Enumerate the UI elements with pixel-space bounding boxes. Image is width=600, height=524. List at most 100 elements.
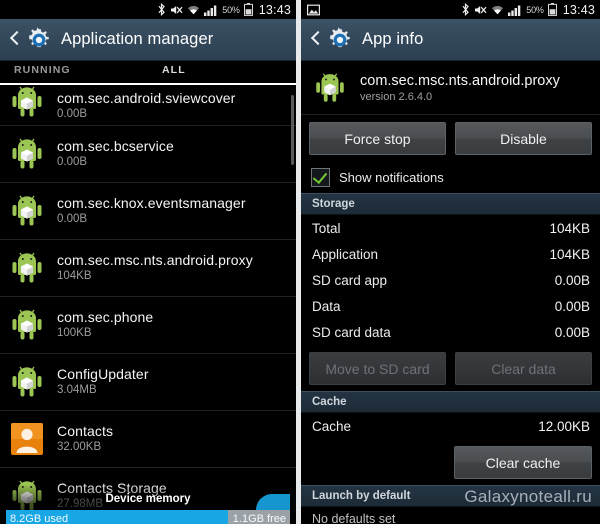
list-item[interactable]: Contacts 32.00KB [0,411,296,468]
memory-usage-bar: 8.2GB used 1.1GB free [6,510,290,524]
signal-icon [204,4,218,16]
battery-icon [547,3,557,16]
app-name: com.sec.msc.nts.android.proxy [57,252,253,268]
android-package-icon [7,305,47,345]
app-size: 3.04MB [57,384,97,396]
app-name: Contacts [57,423,114,439]
list-item[interactable]: com.sec.bcservice 0.00B [0,126,296,183]
storage-action-buttons: Move to SD card Clear data [301,345,600,391]
section-header-storage: Storage [301,193,600,215]
gear-icon [327,26,353,53]
wifi-icon [491,4,504,16]
battery-icon [243,3,253,16]
clock-label: 13:43 [258,2,291,17]
android-package-icon [7,248,47,288]
app-size: 0.00B [57,108,88,120]
list-item[interactable]: com.sec.msc.nts.android.proxy 104KB [0,240,296,297]
signal-icon [508,4,522,16]
android-package-icon [7,85,47,122]
row-label: Total [312,220,341,236]
android-package-icon [7,362,47,402]
app-summary-header: com.sec.msc.nts.android.proxy version 2.… [301,61,600,115]
storage-row-data: Data 0.00B [301,293,600,319]
row-label: SD card app [312,272,388,288]
tab-running[interactable]: RUNNING [0,61,148,85]
app-name: ConfigUpdater [57,366,149,382]
row-value: 104KB [549,220,590,236]
row-label: SD card data [312,324,391,340]
mute-icon [474,4,487,16]
back-icon[interactable] [7,27,23,53]
bluetooth-icon [157,3,166,16]
page-title-left: Application manager [61,30,214,48]
app-package-name: com.sec.msc.nts.android.proxy [360,72,560,89]
app-info-screen: 50% 13:43 App info com.sec.msc.nts.andro… [301,0,600,524]
wifi-icon [187,4,200,16]
scrollbar-thumb[interactable] [291,95,294,165]
disable-button[interactable]: Disable [455,122,592,155]
force-stop-button[interactable]: Force stop [309,122,446,155]
app-size: 0.00B [57,156,88,168]
list-item[interactable]: com.sec.android.sviewcover 0.00B [0,85,296,126]
launch-defaults-text: No defaults set [301,507,600,524]
app-name: com.sec.phone [57,309,154,325]
app-name: com.sec.knox.eventsmanager [57,195,246,211]
list-item[interactable]: ConfigUpdater 3.04MB [0,354,296,411]
status-bar-left: 50% 13:43 [0,0,296,19]
action-bar-right: App info [301,19,600,61]
app-list[interactable]: com.sec.android.sviewcover 0.00B com.sec… [0,85,296,524]
list-item[interactable]: com.sec.knox.eventsmanager 0.00B [0,183,296,240]
cache-action-buttons: Clear cache [301,439,600,485]
app-size: 104KB [57,270,92,282]
android-package-icon [7,134,47,174]
storage-row-sd-card-app: SD card app 0.00B [301,267,600,293]
android-package-icon [7,191,47,231]
page-title-right: App info [362,30,424,48]
storage-row-total: Total 104KB [301,215,600,241]
memory-used-label: 8.2GB used [10,512,69,524]
memory-free-label: 1.1GB free [232,512,286,524]
bluetooth-icon [461,3,470,16]
app-name: com.sec.android.sviewcover [57,90,236,106]
row-value: 0.00B [554,298,590,314]
row-value: 0.00B [554,324,590,340]
app-size: 32.00KB [57,441,102,453]
scrollbar[interactable] [291,85,295,524]
device-memory-label: Device memory [105,493,191,505]
storage-row-sd-card-data: SD card data 0.00B [301,319,600,345]
row-label: Cache [312,418,352,434]
battery-percent-label: 50% [526,4,544,15]
row-value: 104KB [549,246,590,262]
app-name: com.sec.bcservice [57,138,174,154]
list-item[interactable]: com.sec.phone 100KB [0,297,296,354]
gear-icon [26,26,52,53]
clear-data-button[interactable]: Clear data [455,352,592,385]
section-header-launch-by-default: Launch by default [301,485,600,507]
cache-row: Cache 12.00KB [301,413,600,439]
app-version: version 2.6.4.0 [360,90,433,103]
app-size: 0.00B [57,213,88,225]
mute-icon [170,4,183,16]
show-notifications-checkbox[interactable] [311,167,330,187]
storage-row-application: Application 104KB [301,241,600,267]
android-package-icon [311,69,349,107]
app-action-buttons: Force stop Disable [301,115,600,161]
screenshot-icon [307,4,320,16]
tab-bar: RUNNING ALL [0,61,296,85]
move-to-sd-card-button[interactable]: Move to SD card [309,352,446,385]
action-bar-left: Application manager [0,19,296,61]
row-value: 12.00KB [538,418,590,434]
show-notifications-row[interactable]: Show notifications [301,161,600,193]
show-notifications-label: Show notifications [339,169,444,185]
clock-label: 13:43 [562,2,595,17]
clear-cache-button[interactable]: Clear cache [454,446,592,479]
tab-all[interactable]: ALL [148,61,296,85]
row-value: 0.00B [554,272,590,288]
back-icon[interactable] [308,27,324,53]
application-manager-screen: 50% 13:43 Application manager RUNNING AL… [0,0,296,524]
row-label: Data [312,298,341,314]
dual-screenshot: 50% 13:43 Application manager RUNNING AL… [0,0,600,524]
battery-percent-label: 50% [222,4,240,15]
device-memory-footer: Device memory 8.2GB used 1.1GB free [0,485,296,524]
row-label: Application [312,246,379,262]
